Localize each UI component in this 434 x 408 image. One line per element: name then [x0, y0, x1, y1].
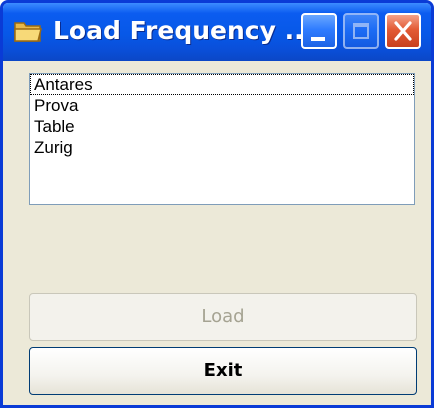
close-button[interactable] — [385, 13, 421, 49]
exit-button[interactable]: Exit — [29, 347, 417, 395]
list-item[interactable]: Zurig — [30, 137, 414, 158]
app-window: Load Frequency ... Antares Prova Table Z… — [0, 0, 434, 408]
maximize-button[interactable] — [343, 13, 379, 49]
window-title: Load Frequency ... — [53, 16, 314, 45]
load-button[interactable]: Load — [29, 293, 417, 341]
list-item[interactable]: Table — [30, 116, 414, 137]
frequency-listbox[interactable]: Antares Prova Table Zurig — [29, 73, 415, 205]
minimize-icon — [311, 37, 325, 41]
maximize-icon — [353, 23, 369, 39]
list-item[interactable]: Antares — [30, 74, 414, 95]
folder-icon — [13, 17, 43, 45]
close-icon — [393, 20, 413, 42]
minimize-button[interactable] — [301, 13, 337, 49]
list-item[interactable]: Prova — [30, 95, 414, 116]
title-bar[interactable]: Load Frequency ... — [3, 3, 431, 61]
